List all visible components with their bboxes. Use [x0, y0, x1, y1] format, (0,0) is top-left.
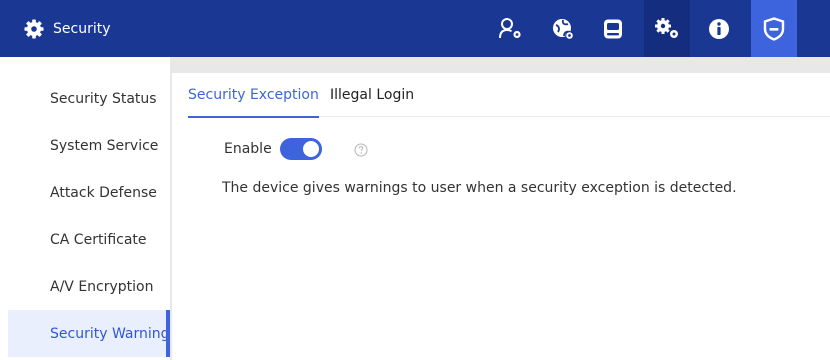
- description-text: The device gives warnings to user when a…: [222, 180, 737, 196]
- security-shield-icon: [763, 16, 785, 41]
- sidebar-item-label: Security Warning: [50, 325, 170, 342]
- sidebar-item-label: A/V Encryption: [50, 278, 154, 295]
- page-header: Security: [24, 0, 111, 57]
- enable-label: Enable: [224, 141, 272, 157]
- account-icon: [498, 17, 524, 41]
- tab-illegal-login[interactable]: Illegal Login: [330, 73, 414, 117]
- tab-security-exception[interactable]: Security Exception: [188, 73, 319, 118]
- main-content: Security Exception Illegal Login Enable …: [172, 73, 830, 360]
- enable-row: Enable: [224, 137, 368, 161]
- account-button[interactable]: [488, 0, 534, 57]
- sidebar-item-security-status[interactable]: Security Status: [8, 75, 170, 122]
- system-settings-icon: [653, 17, 681, 41]
- sidebar-item-label: System Service: [50, 137, 159, 154]
- gear-icon: [24, 19, 44, 39]
- sidebar-item-label: Attack Defense: [50, 184, 157, 201]
- sidebar-item-ca-certificate[interactable]: CA Certificate: [8, 216, 170, 263]
- help-icon[interactable]: [354, 142, 368, 157]
- network-button[interactable]: [540, 0, 586, 57]
- sidebar: Security Status System Service Attack De…: [8, 73, 170, 360]
- sidebar-item-attack-defense[interactable]: Attack Defense: [8, 169, 170, 216]
- toggle-knob: [302, 141, 319, 157]
- page-title: Security: [53, 20, 111, 37]
- tab-label: Illegal Login: [330, 87, 415, 103]
- content-top-gap: [172, 57, 830, 73]
- enable-toggle[interactable]: [279, 138, 322, 160]
- sidebar-item-label: Security Status: [50, 90, 157, 107]
- tab-bar: Security Exception Illegal Login: [188, 73, 830, 118]
- sidebar-item-av-encryption[interactable]: A/V Encryption: [8, 263, 170, 310]
- sidebar-item-label: CA Certificate: [50, 231, 147, 248]
- sidebar-item-system-service[interactable]: System Service: [8, 122, 170, 169]
- storage-icon: [602, 18, 624, 40]
- tab-label: Security Exception: [188, 87, 319, 103]
- network-icon: [551, 17, 575, 41]
- top-nav-bar: Security: [0, 0, 830, 57]
- sidebar-item-security-warning[interactable]: Security Warning: [8, 310, 170, 357]
- info-button[interactable]: [696, 0, 742, 57]
- system-settings-button[interactable]: [644, 0, 690, 57]
- info-icon: [708, 18, 730, 40]
- storage-button[interactable]: [590, 0, 636, 57]
- security-button[interactable]: [751, 0, 797, 57]
